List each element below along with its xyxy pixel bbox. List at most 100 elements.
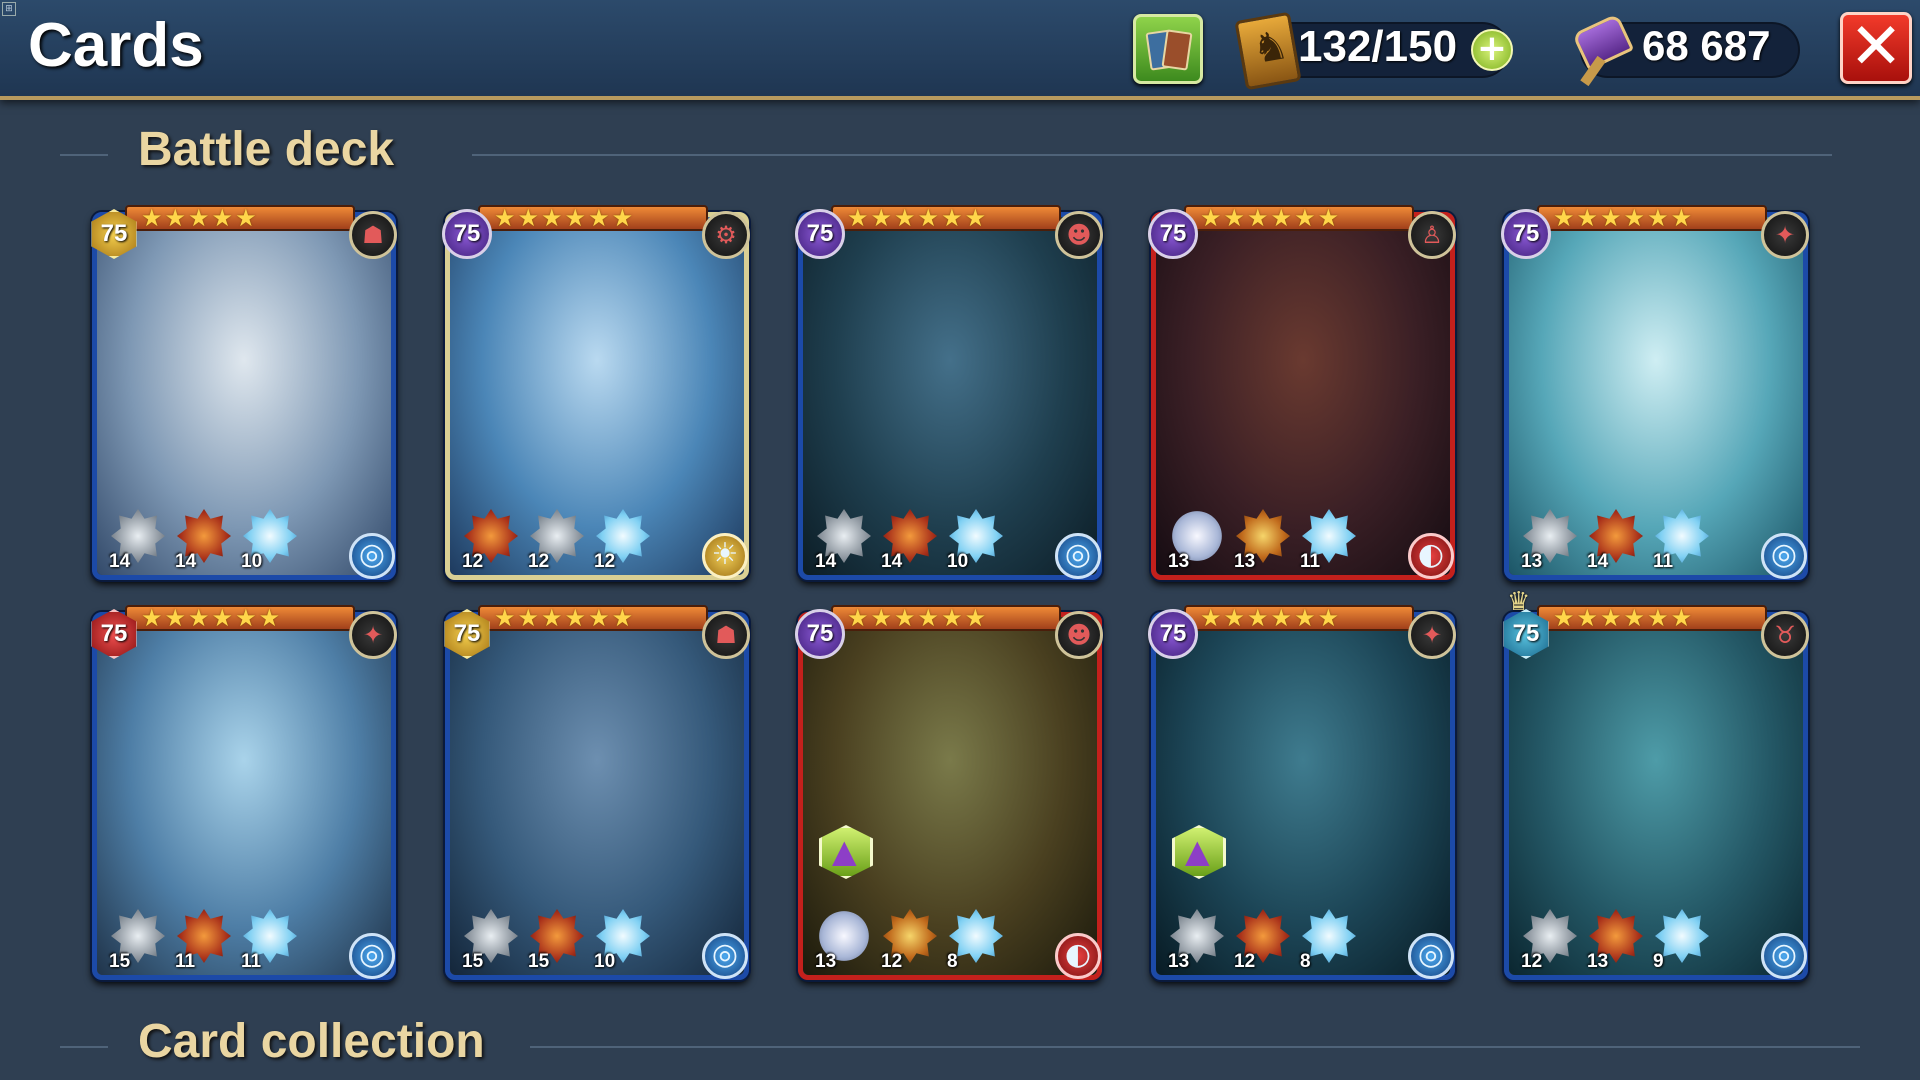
top-bar: ⊞ Cards 132/150 + 68 687 ✕ bbox=[0, 0, 1920, 100]
stat-value: 15 bbox=[109, 951, 131, 972]
deck-card[interactable]: ★★★★★★ 75 ✦ 15 11 11 ◎ bbox=[91, 605, 397, 980]
card-stat: 14 bbox=[175, 509, 233, 572]
stat-value: 12 bbox=[1521, 951, 1543, 972]
card-stat: 12 bbox=[1234, 909, 1292, 972]
card-stat: 11 bbox=[1300, 509, 1358, 572]
card-stat: 12 bbox=[462, 509, 520, 572]
deck-card[interactable]: ★★★★★★ 75 ☗ 15 15 10 ◎ bbox=[444, 605, 750, 980]
card-stat: 11 bbox=[175, 909, 233, 972]
card-stat: 13 bbox=[1168, 509, 1226, 572]
card-stars: ★★★★★★ bbox=[831, 605, 1061, 631]
add-cards-button[interactable]: + bbox=[1471, 29, 1513, 71]
card-stars: ★★★★★★ bbox=[1184, 605, 1414, 631]
deck-card[interactable]: ★★★★★★ 75 ✦ 13 14 11 ◎ bbox=[1501, 205, 1809, 580]
card-stat: 15 bbox=[462, 909, 520, 972]
fire-element-icon: ◐ bbox=[1408, 533, 1454, 579]
section-divider bbox=[60, 1046, 108, 1048]
stat-value: 11 bbox=[175, 951, 196, 972]
stat-value: 11 bbox=[241, 951, 262, 972]
card-counter: 132/150 bbox=[1298, 22, 1458, 71]
stat-value: 11 bbox=[1300, 551, 1321, 572]
card-stat: 8 bbox=[1300, 909, 1358, 972]
card-stat: 11 bbox=[241, 909, 299, 972]
angel-race-icon: ✦ bbox=[1761, 211, 1809, 259]
water-element-icon: ◎ bbox=[1055, 533, 1101, 579]
deck-card[interactable]: ★★★★★★ 75 ⚙ 12 12 12 ☀ bbox=[442, 205, 750, 580]
stat-value: 12 bbox=[594, 551, 616, 572]
deck-card[interactable]: ★★★★★★75 ☻ 13 12 8 ◐ bbox=[795, 605, 1103, 980]
card-stat: 15 bbox=[109, 909, 167, 972]
stat-value: 10 bbox=[947, 551, 969, 572]
card-stars: ★★★★★★ bbox=[831, 205, 1061, 231]
page-title: Cards bbox=[28, 11, 204, 80]
angel-race-icon: ✦ bbox=[349, 611, 397, 659]
stat-value: 14 bbox=[881, 551, 903, 572]
card-stat: 15 bbox=[528, 909, 586, 972]
plus-icon: + bbox=[1476, 28, 1508, 69]
card-level-badge: 75 bbox=[1148, 209, 1198, 259]
stat-value: 10 bbox=[241, 551, 263, 572]
section-divider bbox=[60, 154, 108, 156]
section-divider bbox=[530, 1046, 1860, 1048]
card-level-badge: 75 bbox=[1501, 209, 1551, 259]
alien-race-icon: ☻ bbox=[1055, 611, 1103, 659]
water-element-icon: ◎ bbox=[702, 933, 748, 979]
card-stat: 13 bbox=[1587, 909, 1645, 972]
stat-value: 8 bbox=[947, 951, 958, 972]
card-stars: ★★★★★★ bbox=[1184, 205, 1414, 231]
deck-card[interactable]: ★★★★★ 75 ☗ 14 14 10 ◎ bbox=[91, 205, 397, 580]
card-stars: ★★★★★★ bbox=[478, 205, 708, 231]
card-level-badge: 75 bbox=[442, 209, 492, 259]
battle-deck-title: Battle deck bbox=[138, 123, 395, 176]
deck-card[interactable]: ♛ ★★★★★★ 75 ♉ 12 13 9 ◎ bbox=[1503, 587, 1809, 980]
card-level-badge: 75 bbox=[1148, 609, 1198, 659]
stat-value: 14 bbox=[175, 551, 197, 572]
angel-race-icon: ✦ bbox=[1408, 611, 1456, 659]
close-button[interactable]: ✕ bbox=[1840, 12, 1912, 84]
deck-card[interactable]: ★★★★★★75 ✦ 13 12 8 ◎ bbox=[1148, 605, 1456, 980]
stat-value: 12 bbox=[462, 551, 484, 572]
card-stat: 13 bbox=[1168, 909, 1226, 972]
deck-card[interactable]: ★★★★★★ 75 ☻ 14 14 10 ◎ bbox=[795, 205, 1103, 580]
section-divider bbox=[472, 154, 1832, 156]
stat-value: 14 bbox=[815, 551, 837, 572]
stat-value: 8 bbox=[1300, 951, 1311, 972]
stat-value: 13 bbox=[1234, 551, 1256, 572]
card-level-badge: 75 bbox=[795, 609, 845, 659]
war-hammer-icon bbox=[1568, 13, 1638, 87]
card-stars: ★★★★★★ bbox=[1537, 605, 1767, 631]
card-counter-icon bbox=[1234, 11, 1302, 91]
demon-race-icon: ☗ bbox=[702, 611, 750, 659]
deck-button[interactable] bbox=[1133, 14, 1203, 84]
card-stat: 8 bbox=[947, 909, 1005, 972]
card-stat: 14 bbox=[815, 509, 873, 572]
gold-amount: 68 687 bbox=[1642, 22, 1771, 69]
stat-value: 15 bbox=[528, 951, 550, 972]
card-stars: ★★★★★★ bbox=[478, 605, 708, 631]
stat-value: 10 bbox=[594, 951, 616, 972]
human-race-icon: ♙ bbox=[1408, 211, 1456, 259]
deck-card[interactable]: ★★★★★★ 75 ♙ 13 13 11 ◐ bbox=[1148, 205, 1456, 580]
stat-value: 13 bbox=[815, 951, 837, 972]
light-element-icon: ☀ bbox=[702, 533, 748, 579]
card-stat: 14 bbox=[1587, 509, 1645, 572]
card-stat: 13 bbox=[815, 909, 873, 972]
stat-value: 13 bbox=[1168, 551, 1190, 572]
stat-value: 11 bbox=[1653, 551, 1674, 572]
card-stars: ★★★★★ bbox=[125, 205, 355, 231]
mechanism-race-icon: ⚙ bbox=[702, 211, 750, 259]
close-icon: ✕ bbox=[1849, 10, 1903, 84]
alien-race-icon: ☻ bbox=[1055, 211, 1103, 259]
card-stat: 12 bbox=[528, 509, 586, 572]
water-element-icon: ◎ bbox=[349, 933, 395, 979]
card-stat: 10 bbox=[241, 509, 299, 572]
card-stat: 14 bbox=[881, 509, 939, 572]
water-element-icon: ◎ bbox=[349, 533, 395, 579]
card-stat: 13 bbox=[1234, 509, 1292, 572]
card-stat: 12 bbox=[1521, 909, 1579, 972]
stat-value: 13 bbox=[1168, 951, 1190, 972]
card-level-badge: 75 bbox=[795, 209, 845, 259]
water-element-icon: ◎ bbox=[1408, 933, 1454, 979]
deck-cards-icon-back bbox=[1161, 29, 1193, 71]
window-menu-icon[interactable]: ⊞ bbox=[2, 2, 16, 16]
